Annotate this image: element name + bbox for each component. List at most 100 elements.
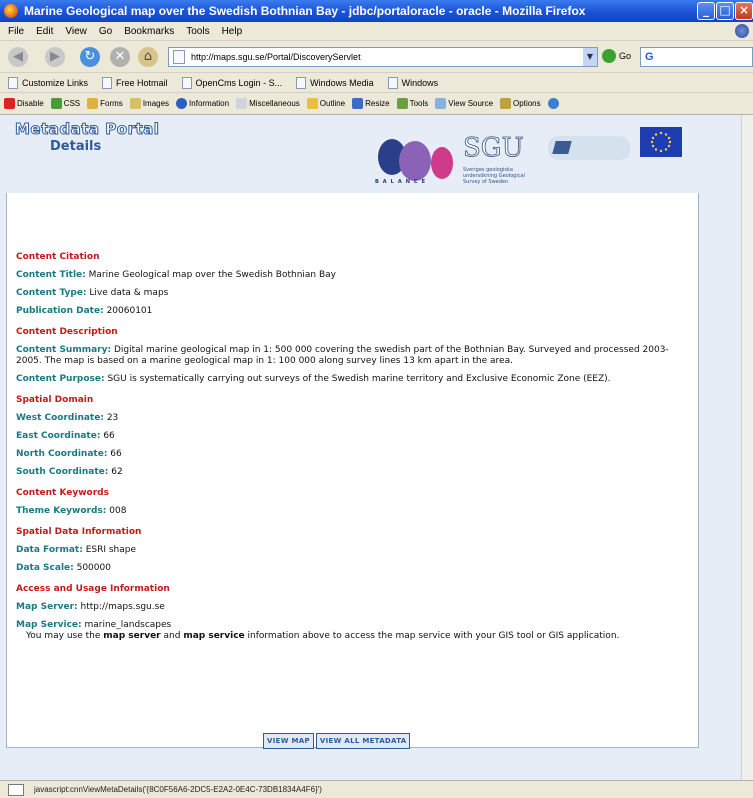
dev-view-source-menu[interactable]: View Source [435, 98, 493, 109]
spatial-domain-section: Spatial Domain West Coordinate: 23 East … [16, 395, 676, 478]
options-icon [500, 98, 512, 109]
dev-label: Options [513, 99, 541, 108]
dev-validation-icon-wrap[interactable] [547, 98, 561, 109]
menu-edit[interactable]: Edit [36, 26, 53, 37]
section-heading: Content Citation [16, 252, 100, 262]
action-buttons: VIEW MAP VIEW ALL METADATA [263, 733, 412, 749]
forward-button[interactable]: ▶ [45, 47, 65, 67]
theme-keywords-row: Theme Keywords: 008 [16, 506, 676, 517]
dev-miscellaneous-menu[interactable]: Miscellaneous [236, 98, 300, 109]
publication-date-row: Publication Date: 20060101 [16, 306, 676, 317]
bookmark-customize-links[interactable]: Customize Links [8, 76, 89, 89]
css-icon [50, 98, 62, 109]
url-bar[interactable]: ▼ [168, 47, 598, 67]
minimize-button[interactable]: _ [697, 2, 715, 20]
field-label: Data Scale: [16, 563, 74, 573]
dev-disable-menu[interactable]: Disable [4, 98, 44, 109]
field-value: SGU is systematically carrying out surve… [107, 374, 611, 384]
dev-information-menu[interactable]: Information [176, 98, 229, 109]
metadata-details: Content Citation Content Title: Marine G… [16, 252, 676, 652]
field-value: 62 [111, 467, 123, 477]
note-text: information above to access the map serv… [247, 631, 620, 641]
east-coordinate-row: East Coordinate: 66 [16, 431, 676, 442]
content-type-row: Content Type: Live data & maps [16, 288, 676, 299]
miscellaneous-icon [236, 98, 248, 109]
note-text: You may use the [26, 631, 101, 641]
view-source-icon [435, 98, 447, 109]
outline-icon [306, 98, 318, 109]
home-button[interactable]: ⌂ [138, 47, 158, 67]
dev-outline-menu[interactable]: Outline [306, 98, 345, 109]
sgu-logo: SGU [463, 133, 524, 164]
resize-icon [352, 98, 364, 109]
url-dropdown-icon[interactable]: ▼ [583, 48, 597, 66]
vertical-scrollbar[interactable] [741, 115, 753, 780]
search-input[interactable]: G [640, 47, 753, 67]
window-title: Marine Geological map over the Swedish B… [24, 4, 586, 18]
bookmark-label: Free Hotmail [116, 77, 168, 88]
field-label: Content Title: [16, 270, 86, 280]
dev-tools-menu[interactable]: Tools [396, 98, 429, 109]
section-heading: Spatial Domain [16, 395, 94, 405]
bookmark-label: Customize Links [22, 77, 89, 88]
menu-bookmarks[interactable]: Bookmarks [124, 26, 174, 37]
bookmark-opencms-login[interactable]: OpenCms Login - S... [181, 76, 282, 89]
sgu-subtitle: Sveriges geologiska undersökning Geologi… [463, 167, 525, 185]
dev-label: Tools [409, 99, 429, 108]
note-bold: map server [103, 631, 161, 641]
partner-logo-mark [552, 141, 572, 154]
bookmark-windows[interactable]: Windows [387, 76, 439, 89]
dev-images-menu[interactable]: Images [129, 98, 169, 109]
field-label: Content Type: [16, 288, 87, 298]
close-button[interactable]: × [735, 2, 753, 20]
page-icon [387, 76, 398, 89]
back-button[interactable]: ◀ [8, 47, 28, 67]
view-map-button[interactable]: VIEW MAP [263, 733, 314, 749]
go-icon [602, 49, 616, 63]
content-description-section: Content Description Content Summary: Dig… [16, 327, 676, 385]
menu-view[interactable]: View [65, 26, 87, 37]
page-icon [8, 76, 18, 89]
dev-options-menu[interactable]: Options [500, 98, 541, 109]
status-bar: javascript:cnnViewMetaDetails('{8C0F56A6… [0, 780, 753, 798]
field-value: 23 [106, 413, 119, 423]
menu-file[interactable]: File [8, 26, 24, 37]
dev-css-menu[interactable]: CSS [50, 98, 80, 109]
field-value: 500000 [76, 563, 111, 573]
field-label: East Coordinate: [16, 431, 101, 441]
stop-button[interactable]: ✕ [110, 47, 130, 67]
field-value: marine_landscapes [84, 620, 172, 630]
menu-help[interactable]: Help [222, 26, 243, 37]
page-icon [181, 76, 192, 89]
west-coordinate-row: West Coordinate: 23 [16, 413, 676, 424]
reload-button[interactable]: ↻ [80, 47, 100, 67]
throbber-icon [735, 24, 749, 38]
status-text: javascript:cnnViewMetaDetails('{8C0F56A6… [34, 785, 322, 794]
go-button[interactable]: Go [602, 49, 631, 63]
forms-icon [87, 98, 99, 109]
maximize-button[interactable]: □ [716, 2, 734, 20]
portal-logo-title[interactable]: Metadata Portal [14, 120, 159, 139]
dev-resize-menu[interactable]: Resize [352, 98, 390, 109]
go-label: Go [619, 51, 632, 61]
page-right-band [699, 193, 741, 780]
field-value: http://maps.sgu.se [80, 602, 165, 612]
bookmark-windows-media[interactable]: Windows Media [296, 76, 374, 89]
content-keywords-section: Content Keywords Theme Keywords: 008 [16, 488, 676, 517]
content-citation-section: Content Citation Content Title: Marine G… [16, 252, 676, 317]
menu-go[interactable]: Go [99, 26, 112, 37]
window-title-bar: Marine Geological map over the Swedish B… [0, 0, 753, 22]
url-input[interactable] [191, 52, 571, 62]
balance-text: BALANCE [375, 179, 430, 185]
bookmark-free-hotmail[interactable]: Free Hotmail [102, 76, 168, 89]
dev-forms-menu[interactable]: Forms [87, 98, 123, 109]
view-all-metadata-button[interactable]: VIEW ALL METADATA [315, 733, 411, 749]
field-label: North Coordinate: [16, 449, 108, 459]
web-developer-toolbar: Disable CSS Forms Images Information Mis… [0, 93, 753, 115]
south-coordinate-row: South Coordinate: 62 [16, 467, 676, 478]
bookmark-label: Windows [401, 77, 439, 88]
dev-label: View Source [448, 99, 494, 108]
page-icon [296, 76, 307, 89]
bookmark-label: Windows Media [310, 77, 374, 88]
menu-tools[interactable]: Tools [186, 26, 209, 37]
